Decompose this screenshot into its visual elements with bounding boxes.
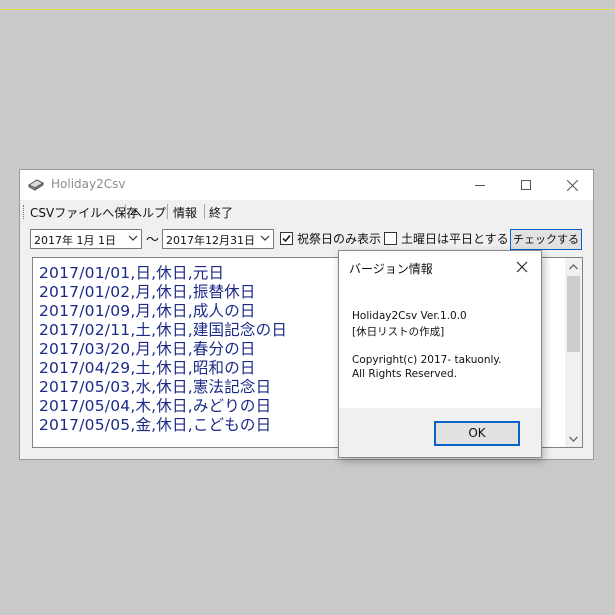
version-info-dialog: バージョン情報 Holiday2Csv Ver.1.0.0 [休日リストの作成]…	[338, 250, 542, 458]
dialog-body: バージョン情報 Holiday2Csv Ver.1.0.0 [休日リストの作成]…	[339, 251, 541, 408]
scroll-up-button[interactable]	[565, 258, 582, 275]
dialog-app-version: Holiday2Csv Ver.1.0.0	[352, 310, 467, 322]
menu-separator	[167, 204, 168, 219]
window-title: Holiday2Csv	[51, 177, 126, 191]
holidays-only-label[interactable]: 祝祭日のみ表示	[297, 230, 381, 247]
ok-button[interactable]: OK	[434, 421, 520, 446]
dialog-app-description: [休日リストの作成]	[352, 326, 445, 338]
maximize-icon	[521, 180, 531, 190]
chevron-down-icon	[569, 436, 578, 442]
start-date-picker[interactable]: 2017年 1月 1日	[30, 229, 142, 249]
start-date-value: 2017年 1月 1日	[34, 234, 116, 247]
close-icon[interactable]	[515, 260, 529, 274]
vertical-scrollbar[interactable]	[565, 258, 582, 447]
menu-separator	[204, 204, 205, 219]
menu-item-exit[interactable]: 終了	[209, 204, 233, 221]
end-date-value: 2017年12月31日	[166, 234, 255, 247]
end-date-picker[interactable]: 2017年12月31日	[162, 229, 274, 249]
list-item: 2017/05/05,金,休日,こどもの日	[39, 416, 272, 434]
checkmark-icon	[282, 235, 291, 243]
minimize-icon	[475, 185, 485, 186]
menu-separator	[125, 204, 126, 219]
close-button[interactable]	[549, 170, 595, 200]
check-button[interactable]: チェックする	[510, 229, 582, 250]
dialog-rights: All Rights Reserved.	[352, 368, 458, 380]
date-range-separator: 〜	[146, 233, 160, 248]
chevron-up-icon	[569, 263, 578, 269]
dialog-copyright: Copyright(c) 2017- takuonly.	[352, 354, 502, 366]
maximize-button[interactable]	[503, 170, 549, 200]
toolbar: 2017年 1月 1日 〜 2017年12月31日 祝祭日のみ表示 土曜日は平日…	[20, 226, 593, 250]
chevron-down-icon	[128, 235, 138, 241]
holidays-only-checkbox[interactable]	[280, 232, 293, 245]
menu-item-info[interactable]: 情報	[173, 204, 197, 221]
saturday-weekday-label[interactable]: 土曜日は平日とする	[401, 230, 509, 247]
menu-bar: CSVファイルへ保存 ヘルプ 情報 終了	[20, 200, 593, 224]
dialog-title: バージョン情報	[349, 262, 433, 276]
saturday-weekday-checkbox[interactable]	[384, 232, 397, 245]
menu-item-save-csv[interactable]: CSVファイルへ保存	[30, 204, 138, 221]
title-bar[interactable]: Holiday2Csv	[20, 170, 593, 200]
scroll-down-button[interactable]	[565, 430, 582, 447]
menu-grip	[23, 205, 26, 219]
chevron-down-icon	[260, 235, 270, 241]
desktop-top-line	[0, 9, 615, 10]
scroll-thumb[interactable]	[567, 276, 580, 352]
app-icon	[28, 179, 44, 191]
menu-item-help[interactable]: ヘルプ	[130, 204, 166, 221]
minimize-button[interactable]	[457, 170, 503, 200]
close-icon	[566, 179, 578, 191]
